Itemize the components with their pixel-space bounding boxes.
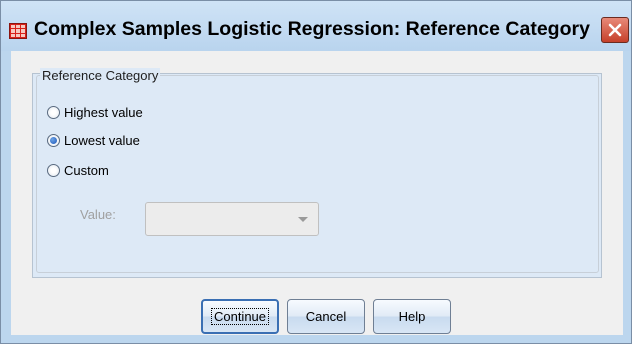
close-button[interactable] bbox=[601, 17, 629, 43]
radio-label: Highest value bbox=[64, 104, 143, 120]
cancel-button[interactable]: Cancel bbox=[287, 299, 365, 334]
help-label: Help bbox=[398, 309, 426, 324]
continue-button[interactable]: Continue bbox=[201, 299, 279, 334]
value-dropdown[interactable] bbox=[145, 202, 319, 236]
radio-custom[interactable]: Custom bbox=[47, 161, 109, 179]
group-legend: Reference Category bbox=[40, 68, 161, 83]
radio-circle[interactable] bbox=[47, 133, 60, 147]
dialog-body: Reference Category Highest value Lowest … bbox=[11, 51, 623, 335]
dialog-window: Complex Samples Logistic Regression: Ref… bbox=[0, 0, 632, 344]
help-button[interactable]: Help bbox=[373, 299, 451, 334]
radio-circle[interactable] bbox=[47, 105, 60, 119]
title-bar[interactable]: Complex Samples Logistic Regression: Ref… bbox=[1, 1, 631, 51]
window-title: Complex Samples Logistic Regression: Ref… bbox=[34, 18, 590, 40]
spss-table-icon bbox=[9, 23, 27, 39]
radio-highest-value[interactable]: Highest value bbox=[47, 103, 143, 121]
radio-label: Lowest value bbox=[64, 132, 140, 148]
value-label: Value: bbox=[80, 207, 116, 222]
radio-circle[interactable] bbox=[47, 163, 60, 177]
chevron-down-icon bbox=[298, 217, 308, 222]
close-icon bbox=[608, 23, 622, 37]
radio-lowest-value[interactable]: Lowest value bbox=[47, 131, 140, 149]
radio-label: Custom bbox=[64, 162, 109, 178]
cancel-label: Cancel bbox=[305, 309, 347, 324]
continue-label: Continue bbox=[210, 308, 270, 325]
